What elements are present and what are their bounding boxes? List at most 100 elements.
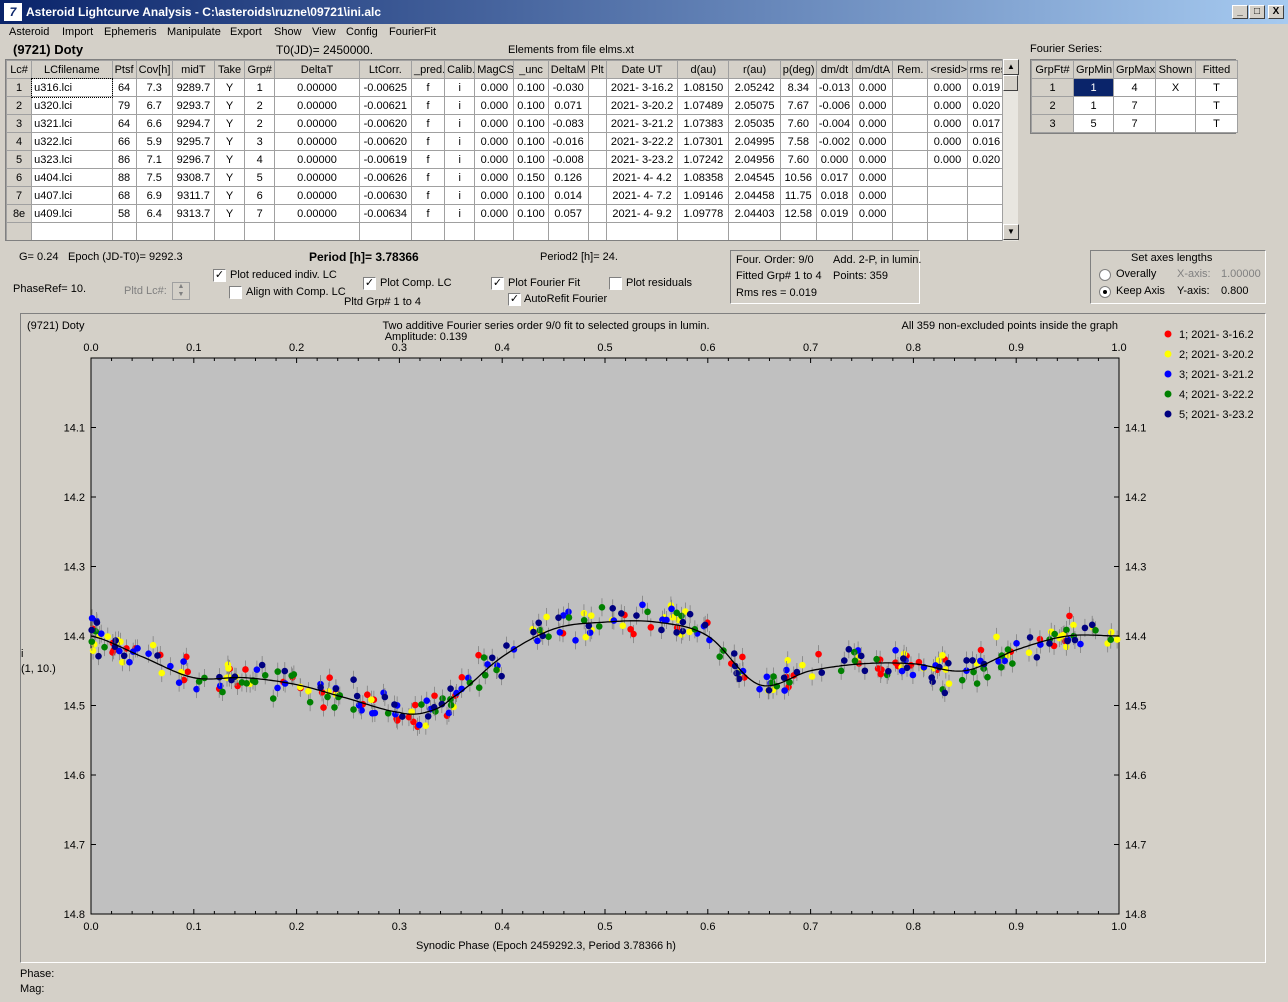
lc-cell[interactable] <box>892 168 929 187</box>
lc-cell[interactable]: -0.006 <box>815 96 854 115</box>
lc-cell[interactable]: 1.07489 <box>677 96 730 115</box>
lc-cell[interactable]: i <box>444 132 476 151</box>
lc-cell[interactable]: 6.7 <box>135 96 173 115</box>
lc-col-header[interactable]: p(deg) <box>779 60 817 79</box>
lc-cell[interactable]: -0.004 <box>815 114 854 133</box>
lc-cell[interactable]: 7.58 <box>779 132 817 151</box>
fourier-row-header[interactable]: 3 <box>1031 114 1074 133</box>
plot-comp-checkbox[interactable]: ✓ <box>363 277 376 290</box>
lc-cell[interactable]: 0.000 <box>474 204 515 223</box>
lc-cell[interactable]: 7.67 <box>779 96 817 115</box>
lc-cell[interactable]: 0.000 <box>474 78 515 97</box>
lc-cell[interactable]: 2021- 4- 7.2 <box>605 186 679 205</box>
lc-cell[interactable]: 5 <box>244 168 276 187</box>
lc-cell[interactable]: 0.00000 <box>274 186 360 205</box>
lc-cell[interactable]: 0.000 <box>852 204 894 223</box>
lc-cell[interactable]: 0.126 <box>547 168 589 187</box>
lightcurve-plot[interactable]: 0.0 0.0 0.1 0.1 0.2 0.2 0.3 0.3 0.4 0.4 0.5 0.5 0.6 0… <box>20 313 1266 963</box>
menu-config[interactable]: Config <box>346 26 378 38</box>
lc-cell[interactable]: 0.000 <box>852 150 894 169</box>
lc-cell[interactable]: 10.56 <box>779 168 817 187</box>
overally-radio[interactable] <box>1099 269 1111 281</box>
lc-col-header[interactable]: Plt <box>587 60 607 79</box>
autorefit-checkbox[interactable]: ✓ <box>508 293 521 306</box>
fourier-row-header[interactable]: 1 <box>1031 78 1074 97</box>
lc-cell[interactable]: 9293.7 <box>171 96 216 115</box>
lc-cell[interactable] <box>587 96 607 115</box>
fourier-col-header[interactable]: Fitted <box>1195 60 1238 79</box>
lc-cell[interactable]: 0.100 <box>513 78 549 97</box>
lc-cell[interactable] <box>135 222 173 240</box>
lc-cell[interactable]: Y <box>213 150 246 169</box>
lc-cell[interactable]: 0.000 <box>927 114 968 133</box>
lc-cell[interactable]: 5.9 <box>135 132 173 151</box>
lc-cell[interactable] <box>966 222 1002 240</box>
lc-cell[interactable]: 0.000 <box>927 132 968 151</box>
fourier-cell[interactable]: T <box>1195 114 1238 133</box>
lc-cell[interactable] <box>966 168 1002 187</box>
lc-cell[interactable]: -0.002 <box>815 132 854 151</box>
lc-col-header[interactable]: _unc <box>513 60 549 79</box>
lc-col-header[interactable]: rms res <box>966 60 1002 79</box>
lc-cell[interactable]: 0.057 <box>547 204 589 223</box>
fourier-cell[interactable]: T <box>1195 96 1238 115</box>
lc-cell[interactable]: 0.000 <box>852 132 894 151</box>
lc-cell[interactable]: 2.05075 <box>728 96 781 115</box>
lc-cell[interactable]: 9289.7 <box>171 78 216 97</box>
lc-cell[interactable]: 1.08150 <box>677 78 730 97</box>
lc-cell[interactable]: 66 <box>111 132 137 151</box>
lc-cell[interactable]: 0.019 <box>815 204 854 223</box>
lc-cell[interactable]: 0.000 <box>474 132 515 151</box>
lc-cell[interactable]: 0.000 <box>852 78 894 97</box>
lc-row[interactable]: 5 u323.lci 86 7.1 9296.7 Y 4 0.00000 -0.00619 f i 0… <box>6 150 1002 169</box>
plot-fourier-checkbox[interactable]: ✓ <box>491 277 504 290</box>
maximize-button[interactable]: □ <box>1249 5 1265 19</box>
lc-cell[interactable]: 2 <box>244 114 276 133</box>
lc-cell[interactable]: 0.000 <box>474 114 515 133</box>
lc-cell[interactable] <box>444 222 476 240</box>
menu-show[interactable]: Show <box>274 26 302 38</box>
lc-cell[interactable]: 2021- 3-23.2 <box>605 150 679 169</box>
lc-cell[interactable]: f <box>410 186 446 205</box>
lc-cell[interactable]: 86 <box>111 150 137 169</box>
lc-cell[interactable]: u409.lci <box>31 204 113 223</box>
lc-cell[interactable]: 2021- 4- 9.2 <box>605 204 679 223</box>
lc-cell[interactable]: 2.04956 <box>728 150 781 169</box>
lc-cell[interactable]: 0.017 <box>815 168 854 187</box>
lc-cell[interactable]: 0.100 <box>513 186 549 205</box>
lc-cell[interactable]: 9296.7 <box>171 150 216 169</box>
lc-cell[interactable]: 2 <box>244 96 276 115</box>
lc-cell[interactable]: -0.013 <box>815 78 854 97</box>
fourier-row[interactable]: 217 T <box>1031 96 1238 115</box>
lightcurve-table[interactable]: Lc# LCfilename Ptsf Cov[h] midT Take Grp# Delta… <box>5 59 1003 241</box>
lc-cell[interactable] <box>927 204 968 223</box>
lc-col-header[interactable]: Rem. <box>892 60 929 79</box>
lc-cell[interactable]: u320.lci <box>31 96 113 115</box>
lc-cell[interactable]: 0.000 <box>474 186 515 205</box>
lc-cell[interactable]: 7.1 <box>135 150 173 169</box>
lc-cell[interactable] <box>677 222 730 240</box>
lc-cell[interactable] <box>728 222 781 240</box>
lc-cell[interactable]: 8.34 <box>779 78 817 97</box>
lc-cell[interactable]: 0.018 <box>815 186 854 205</box>
lc-cell[interactable] <box>927 222 968 240</box>
lc-cell[interactable]: 9313.7 <box>171 204 216 223</box>
lc-cell[interactable]: -0.083 <box>547 114 589 133</box>
y-axis-value[interactable]: 0.800 <box>1221 285 1249 297</box>
lc-cell[interactable]: 7.60 <box>779 150 817 169</box>
lc-cell[interactable]: 7.5 <box>135 168 173 187</box>
lc-cell[interactable] <box>892 222 929 240</box>
fourier-col-header[interactable]: Shown <box>1155 60 1196 79</box>
lc-cell[interactable]: 0.100 <box>513 150 549 169</box>
lc-cell[interactable]: 0.00000 <box>274 168 360 187</box>
lc-cell[interactable]: 79 <box>111 96 137 115</box>
lc-cell[interactable]: 3 <box>244 132 276 151</box>
lc-cell[interactable]: 64 <box>111 78 137 97</box>
lc-cell[interactable] <box>779 222 817 240</box>
fourier-cell[interactable]: 7 <box>1113 96 1156 115</box>
lc-cell[interactable]: 0.00000 <box>274 96 360 115</box>
lightcurve-chart[interactable]: 0.0 0.0 0.1 0.1 0.2 0.2 0.3 0.3 0.4 0.4 0.5 0.5 0.6 0… <box>21 314 1265 962</box>
lc-cell[interactable] <box>587 204 607 223</box>
lc-row[interactable]: 3 u321.lci 64 6.6 9294.7 Y 2 0.00000 -0.00620 f i 0… <box>6 114 1002 133</box>
align-comp-checkbox[interactable] <box>229 286 242 299</box>
